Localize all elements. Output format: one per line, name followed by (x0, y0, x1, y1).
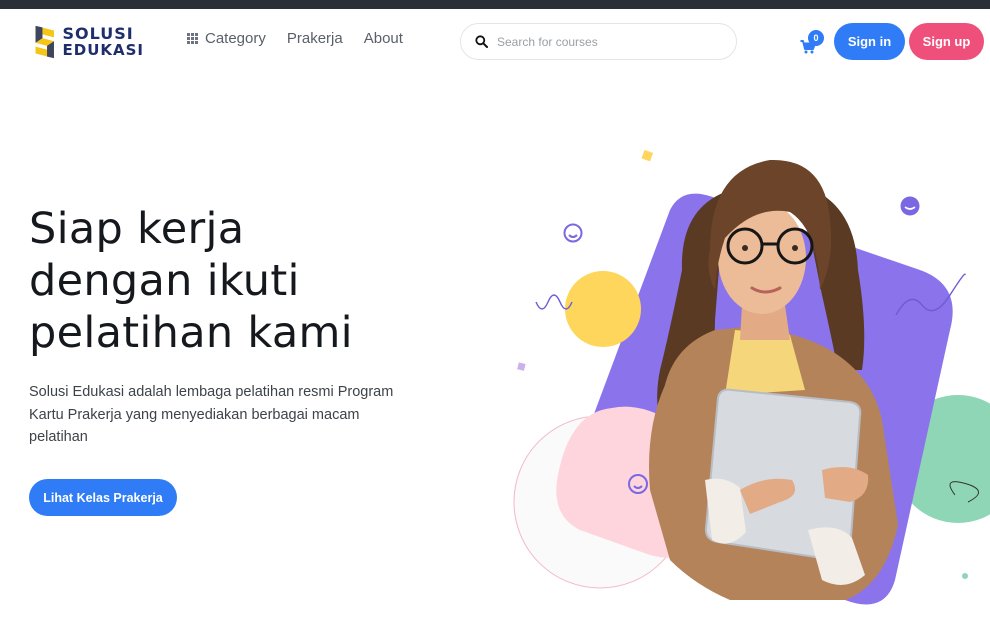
logo-line-1: SOLUSI (62, 24, 134, 43)
nav-item-prakerja[interactable]: Prakerja (287, 30, 343, 47)
hero-title-line-2: dengan ikuti (29, 256, 300, 306)
chat-bubble-icon (900, 196, 920, 216)
hero-description: Solusi Edukasi adalah lembaga pelatihan … (29, 384, 394, 445)
nav-item-about-label: About (363, 30, 403, 47)
smiley-icon-top (563, 223, 583, 243)
nav-item-prakerja-label: Prakerja (286, 30, 343, 47)
browser-top-bar (0, 0, 990, 9)
navbar: SOLUSI EDUKASI Category Prakerja About S… (0, 9, 990, 75)
yellow-square-decoration (641, 149, 654, 162)
main-nav: Category Prakerja About (187, 30, 424, 47)
search-input[interactable] (497, 34, 717, 49)
sign-in-button[interactable]: Sign in (834, 23, 905, 60)
nav-item-about[interactable]: About (364, 30, 403, 47)
nav-item-category[interactable]: Category (187, 30, 266, 47)
cart-button[interactable]: 0 (798, 30, 826, 60)
logo-mark-icon (35, 25, 54, 59)
logo-text: SOLUSI EDUKASI (62, 24, 145, 59)
sign-up-button[interactable]: Sign up (909, 23, 984, 60)
green-dot-decoration (962, 573, 968, 579)
hero-title-line-1: Siap kerja (29, 204, 245, 254)
purple-square-decoration (517, 362, 526, 371)
logo-line-2: EDUKASI (62, 41, 144, 59)
hero-title: Siap kerja dengan ikuti pelatihan kami (29, 203, 449, 359)
search-bar[interactable] (460, 23, 737, 60)
cart-count-badge: 0 (808, 30, 824, 46)
brand-logo[interactable]: SOLUSI EDUKASI (34, 19, 144, 65)
search-icon (475, 35, 488, 48)
lihat-kelas-prakerja-button[interactable]: Lihat Kelas Prakerja (29, 479, 177, 516)
grid-icon (187, 33, 198, 44)
hero-title-line-3: pelatihan kami (29, 308, 353, 358)
hero-illustration (513, 149, 990, 605)
nav-item-category-label: Category (205, 30, 266, 47)
yellow-circle-shape (565, 271, 641, 347)
